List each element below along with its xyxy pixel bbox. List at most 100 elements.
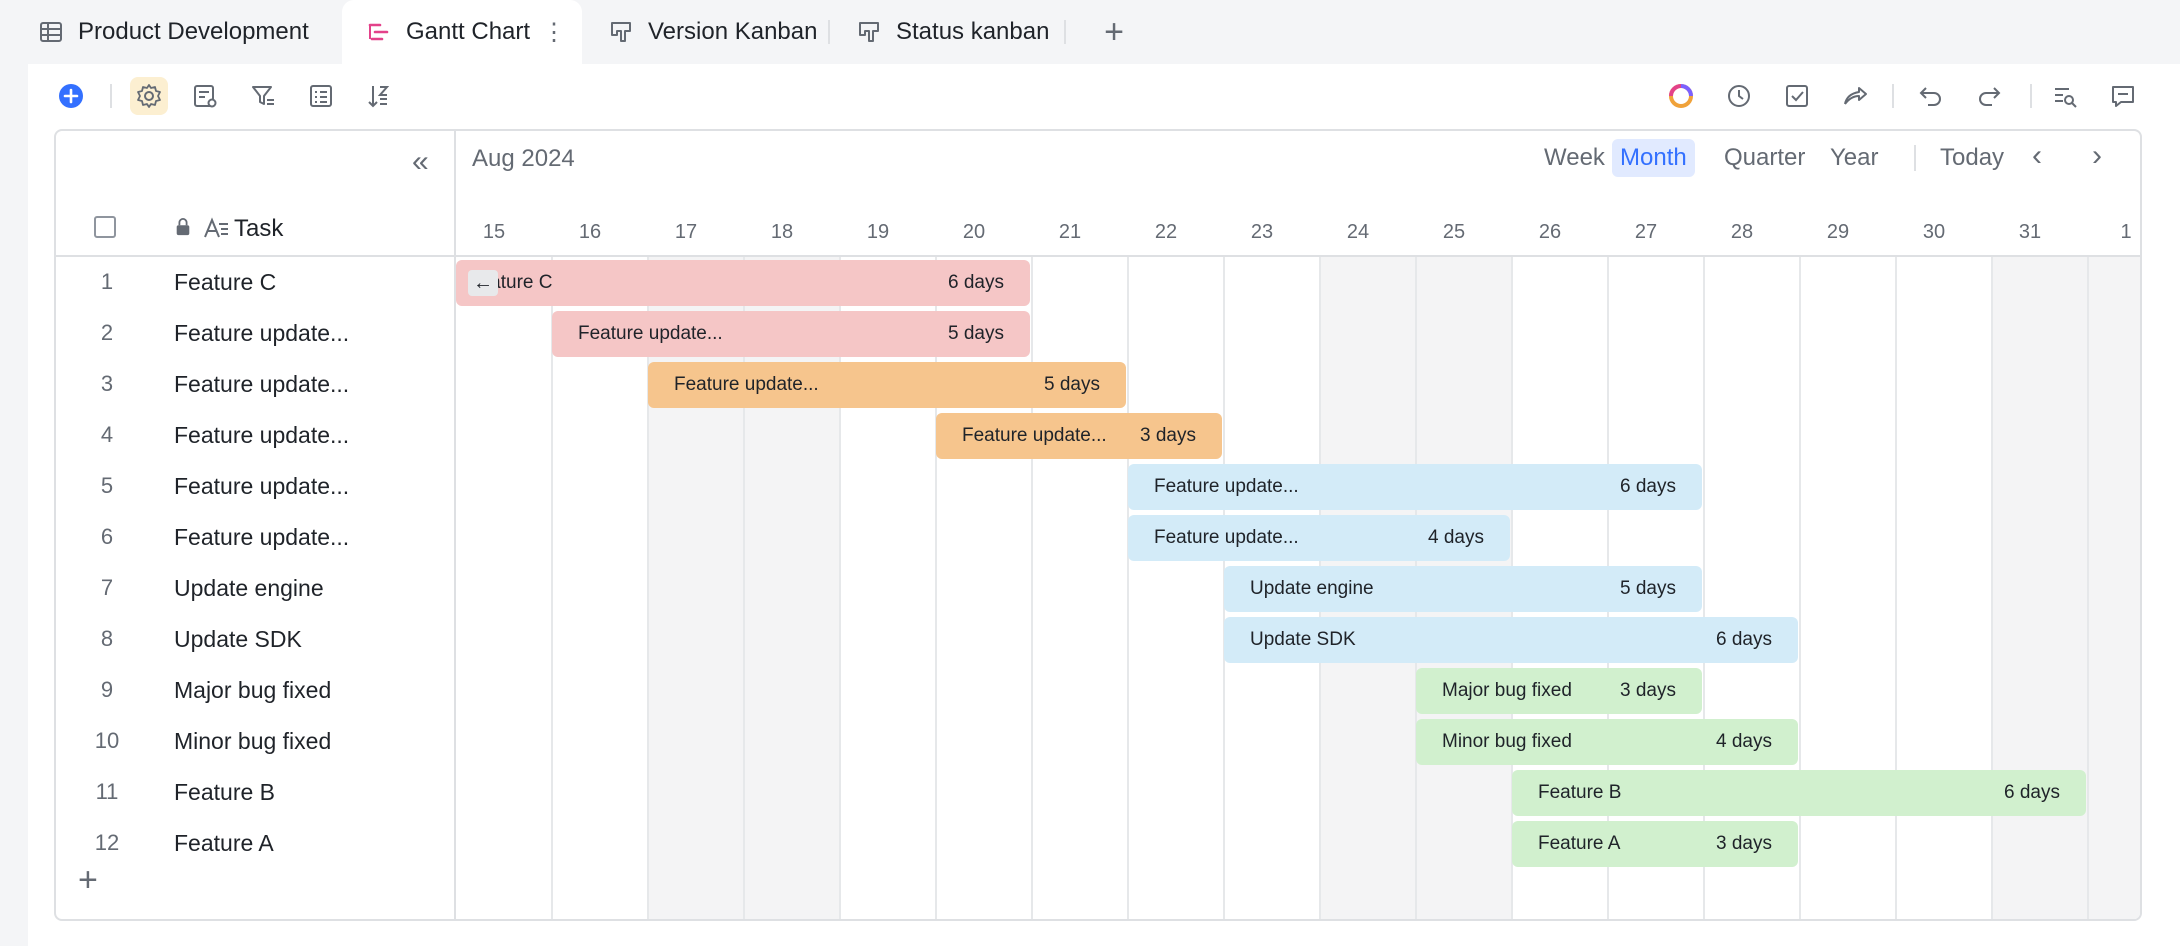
row-number: 3 [100, 371, 114, 396]
gantt-bar-duration: 4 days [1716, 731, 1772, 752]
field-settings-icon[interactable] [188, 79, 222, 113]
task-name-cell[interactable]: Feature update... [174, 320, 349, 347]
day-label: 20 [962, 221, 986, 243]
add-record-icon[interactable] [54, 79, 88, 113]
share-icon[interactable] [1838, 79, 1872, 113]
gantt-bar[interactable]: Feature B 6 days [1512, 770, 2086, 816]
weekend-column [2088, 257, 2140, 919]
collapse-panel-button[interactable]: « [412, 145, 429, 179]
task-name-cell[interactable]: Feature update... [174, 422, 349, 449]
gantt-bar-label: Feature update... [578, 323, 723, 344]
task-name-cell[interactable]: Feature C [174, 269, 276, 296]
task-name-cell[interactable]: Feature A [174, 830, 274, 857]
gantt-bar-duration: 5 days [948, 323, 1004, 344]
day-label: 17 [674, 221, 698, 243]
next-period-button[interactable]: › [2092, 139, 2102, 173]
gantt-bar-label: Minor bug fixed [1442, 731, 1572, 752]
previous-period-button[interactable]: ‹ [2032, 139, 2042, 173]
gantt-icon [366, 19, 392, 45]
tab-version-kanban[interactable]: Version Kanban [608, 0, 828, 64]
kanban-icon [856, 19, 882, 45]
day-label: 15 [482, 221, 506, 243]
gantt-bar[interactable]: Feature update... 6 days [1128, 464, 1702, 510]
task-name-cell[interactable]: Minor bug fixed [174, 728, 331, 755]
task-name-cell[interactable]: Update SDK [174, 626, 302, 653]
row-number: 8 [100, 626, 114, 651]
select-all-checkbox[interactable] [94, 216, 116, 238]
tab-label: Version Kanban [648, 18, 818, 45]
gantt-bar-label: Feature update... [962, 425, 1107, 446]
gantt-bar-duration: 3 days [1620, 680, 1676, 701]
day-grid-line [2087, 257, 2089, 919]
row-number: 2 [100, 320, 114, 345]
ai-assistant-icon[interactable] [1664, 79, 1698, 113]
day-label: 19 [866, 221, 890, 243]
gantt-bar-label: Major bug fixed [1442, 680, 1572, 701]
gantt-bar[interactable]: Major bug fixed 3 days [1416, 668, 1702, 714]
tab-more-icon[interactable]: ⋮ [542, 18, 566, 47]
gantt-bar[interactable]: Update engine 5 days [1224, 566, 1702, 612]
tab-label: Product Development [78, 18, 309, 45]
task-name-cell[interactable]: Update engine [174, 575, 324, 602]
task-name-cell[interactable]: Feature update... [174, 371, 349, 398]
add-row-button[interactable]: + [78, 863, 98, 897]
gantt-bar[interactable]: Feature update... 5 days [648, 362, 1126, 408]
task-check-icon[interactable] [1780, 79, 1814, 113]
today-button[interactable]: Today [1932, 139, 2012, 177]
task-column-header[interactable]: Task [234, 215, 283, 243]
day-label: 16 [578, 221, 602, 243]
gantt-bar-duration: 5 days [1620, 578, 1676, 599]
scroll-to-start-icon[interactable]: ← [468, 270, 498, 296]
gantt-bar[interactable]: Feature update... 3 days [936, 413, 1222, 459]
gantt-bar-label: Update engine [1250, 578, 1374, 599]
day-label: 28 [1730, 221, 1754, 243]
lock-icon [174, 217, 192, 242]
add-view-button[interactable]: + [1094, 0, 1134, 64]
task-name-cell[interactable]: Feature update... [174, 473, 349, 500]
day-label: 26 [1538, 221, 1562, 243]
row-number: 7 [100, 575, 114, 600]
task-name-cell[interactable]: Feature B [174, 779, 275, 806]
gantt-bar[interactable]: Update SDK 6 days [1224, 617, 1798, 663]
day-label: 27 [1634, 221, 1658, 243]
tab-product-development[interactable]: Product Development [38, 0, 328, 64]
tab-gantt-chart[interactable]: Gantt Chart ⋮ [342, 0, 582, 64]
toolbar-divider [2030, 84, 2032, 108]
view-week-button[interactable]: Week [1536, 139, 1613, 177]
text-field-icon [202, 215, 230, 248]
comment-icon[interactable] [2106, 79, 2140, 113]
filter-icon[interactable] [246, 79, 280, 113]
day-grid-line [1799, 257, 1801, 919]
day-label: 1 [2120, 221, 2132, 243]
sort-icon[interactable] [362, 79, 396, 113]
view-month-button[interactable]: Month [1612, 139, 1695, 177]
redo-icon[interactable] [1972, 79, 2006, 113]
task-name-cell[interactable]: Major bug fixed [174, 677, 331, 704]
settings-icon[interactable] [130, 77, 168, 115]
day-label: 29 [1826, 221, 1850, 243]
toolbar-divider [110, 84, 112, 108]
gantt-bar-label: Feature A [1538, 833, 1621, 854]
search-icon[interactable] [2048, 79, 2082, 113]
gantt-bar[interactable]: Feature C6 days ← [456, 260, 1030, 306]
gantt-bar-duration: 3 days [1716, 833, 1772, 854]
day-label: 23 [1250, 221, 1274, 243]
gantt-bar-duration: 6 days [2004, 782, 2060, 803]
day-grid-line [1703, 257, 1705, 919]
gantt-bar[interactable]: Feature update... 4 days [1128, 515, 1510, 561]
gantt-bar[interactable]: Feature A 3 days [1512, 821, 1798, 867]
gantt-bar[interactable]: Feature update... 5 days [552, 311, 1030, 357]
tab-status-kanban[interactable]: Status kanban [856, 0, 1056, 64]
history-icon[interactable] [1722, 79, 1756, 113]
task-name-cell[interactable]: Feature update... [174, 524, 349, 551]
group-icon[interactable] [304, 79, 338, 113]
day-grid-line [551, 257, 553, 919]
undo-icon[interactable] [1914, 79, 1948, 113]
row-number: 12 [94, 830, 120, 855]
view-quarter-button[interactable]: Quarter [1716, 139, 1813, 177]
view-tab-bar: Product Development Gantt Chart ⋮ Versio… [0, 0, 2180, 64]
row-number: 9 [100, 677, 114, 702]
view-year-button[interactable]: Year [1822, 139, 1887, 177]
gantt-bar[interactable]: Minor bug fixed 4 days [1416, 719, 1798, 765]
kanban-icon [608, 19, 634, 45]
